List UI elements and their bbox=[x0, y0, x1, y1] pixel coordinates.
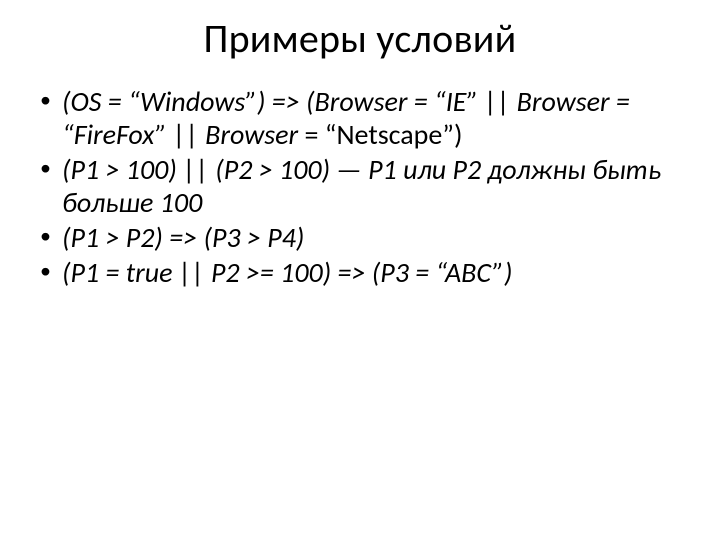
bullet-text-plain: = “Netscape”) bbox=[298, 117, 462, 152]
list-item: (P1 = true || P2 >= 100) => (P3 = “ABC”) bbox=[36, 256, 684, 289]
bullet-text: (P1 = true || P2 >= 100) => (P3 = “ABC”) bbox=[62, 255, 512, 290]
slide-title: Примеры условий bbox=[36, 14, 684, 63]
list-item: (P1 > 100) || (P2 > 100) — P1 или P2 дол… bbox=[36, 153, 684, 219]
bullet-text: (P1 > P2) => (P3 > P4) bbox=[62, 220, 304, 255]
list-item: (P1 > P2) => (P3 > P4) bbox=[36, 221, 684, 254]
bullet-text: (P1 > 100) || (P2 > 100) — P1 или P2 дол… bbox=[62, 152, 661, 220]
list-item: (OS = “Windows”) => (Browser = “IE” || B… bbox=[36, 85, 684, 151]
slide: Примеры условий (OS = “Windows”) => (Bro… bbox=[0, 0, 720, 540]
bullet-list: (OS = “Windows”) => (Browser = “IE” || B… bbox=[36, 85, 684, 289]
